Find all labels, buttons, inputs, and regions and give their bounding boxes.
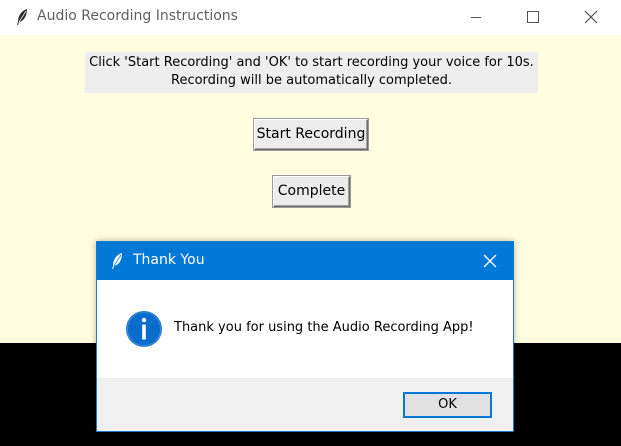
- maximize-icon: [527, 11, 539, 23]
- instructions-line-1: Click 'Start Recording' and 'OK' to star…: [89, 55, 534, 70]
- window-title: Audio Recording Instructions: [37, 8, 238, 24]
- dialog-titlebar[interactable]: Thank You: [97, 242, 513, 280]
- instructions-label: Click 'Start Recording' and 'OK' to star…: [85, 52, 538, 93]
- minimize-icon: [471, 17, 481, 18]
- close-icon: [584, 10, 598, 24]
- close-icon: [483, 254, 497, 268]
- close-button[interactable]: [562, 0, 621, 35]
- main-titlebar[interactable]: Audio Recording Instructions: [0, 0, 621, 35]
- start-recording-button[interactable]: Start Recording: [254, 119, 368, 150]
- dialog-message: Thank you for using the Audio Recording …: [174, 320, 474, 335]
- maximize-button[interactable]: [504, 0, 562, 35]
- info-icon: [126, 311, 162, 347]
- feather-icon: [112, 253, 122, 269]
- dialog-close-button[interactable]: [467, 242, 513, 280]
- thank-you-dialog: Thank You Thank you for using the Audio …: [96, 241, 514, 432]
- instructions-line-2: Recording will be automatically complete…: [171, 73, 452, 88]
- dialog-title: Thank You: [133, 252, 205, 268]
- ok-button[interactable]: OK: [403, 392, 492, 418]
- complete-button[interactable]: Complete: [273, 176, 350, 207]
- dialog-body: Thank you for using the Audio Recording …: [97, 280, 513, 378]
- minimize-button[interactable]: [447, 0, 505, 35]
- feather-icon: [17, 9, 27, 25]
